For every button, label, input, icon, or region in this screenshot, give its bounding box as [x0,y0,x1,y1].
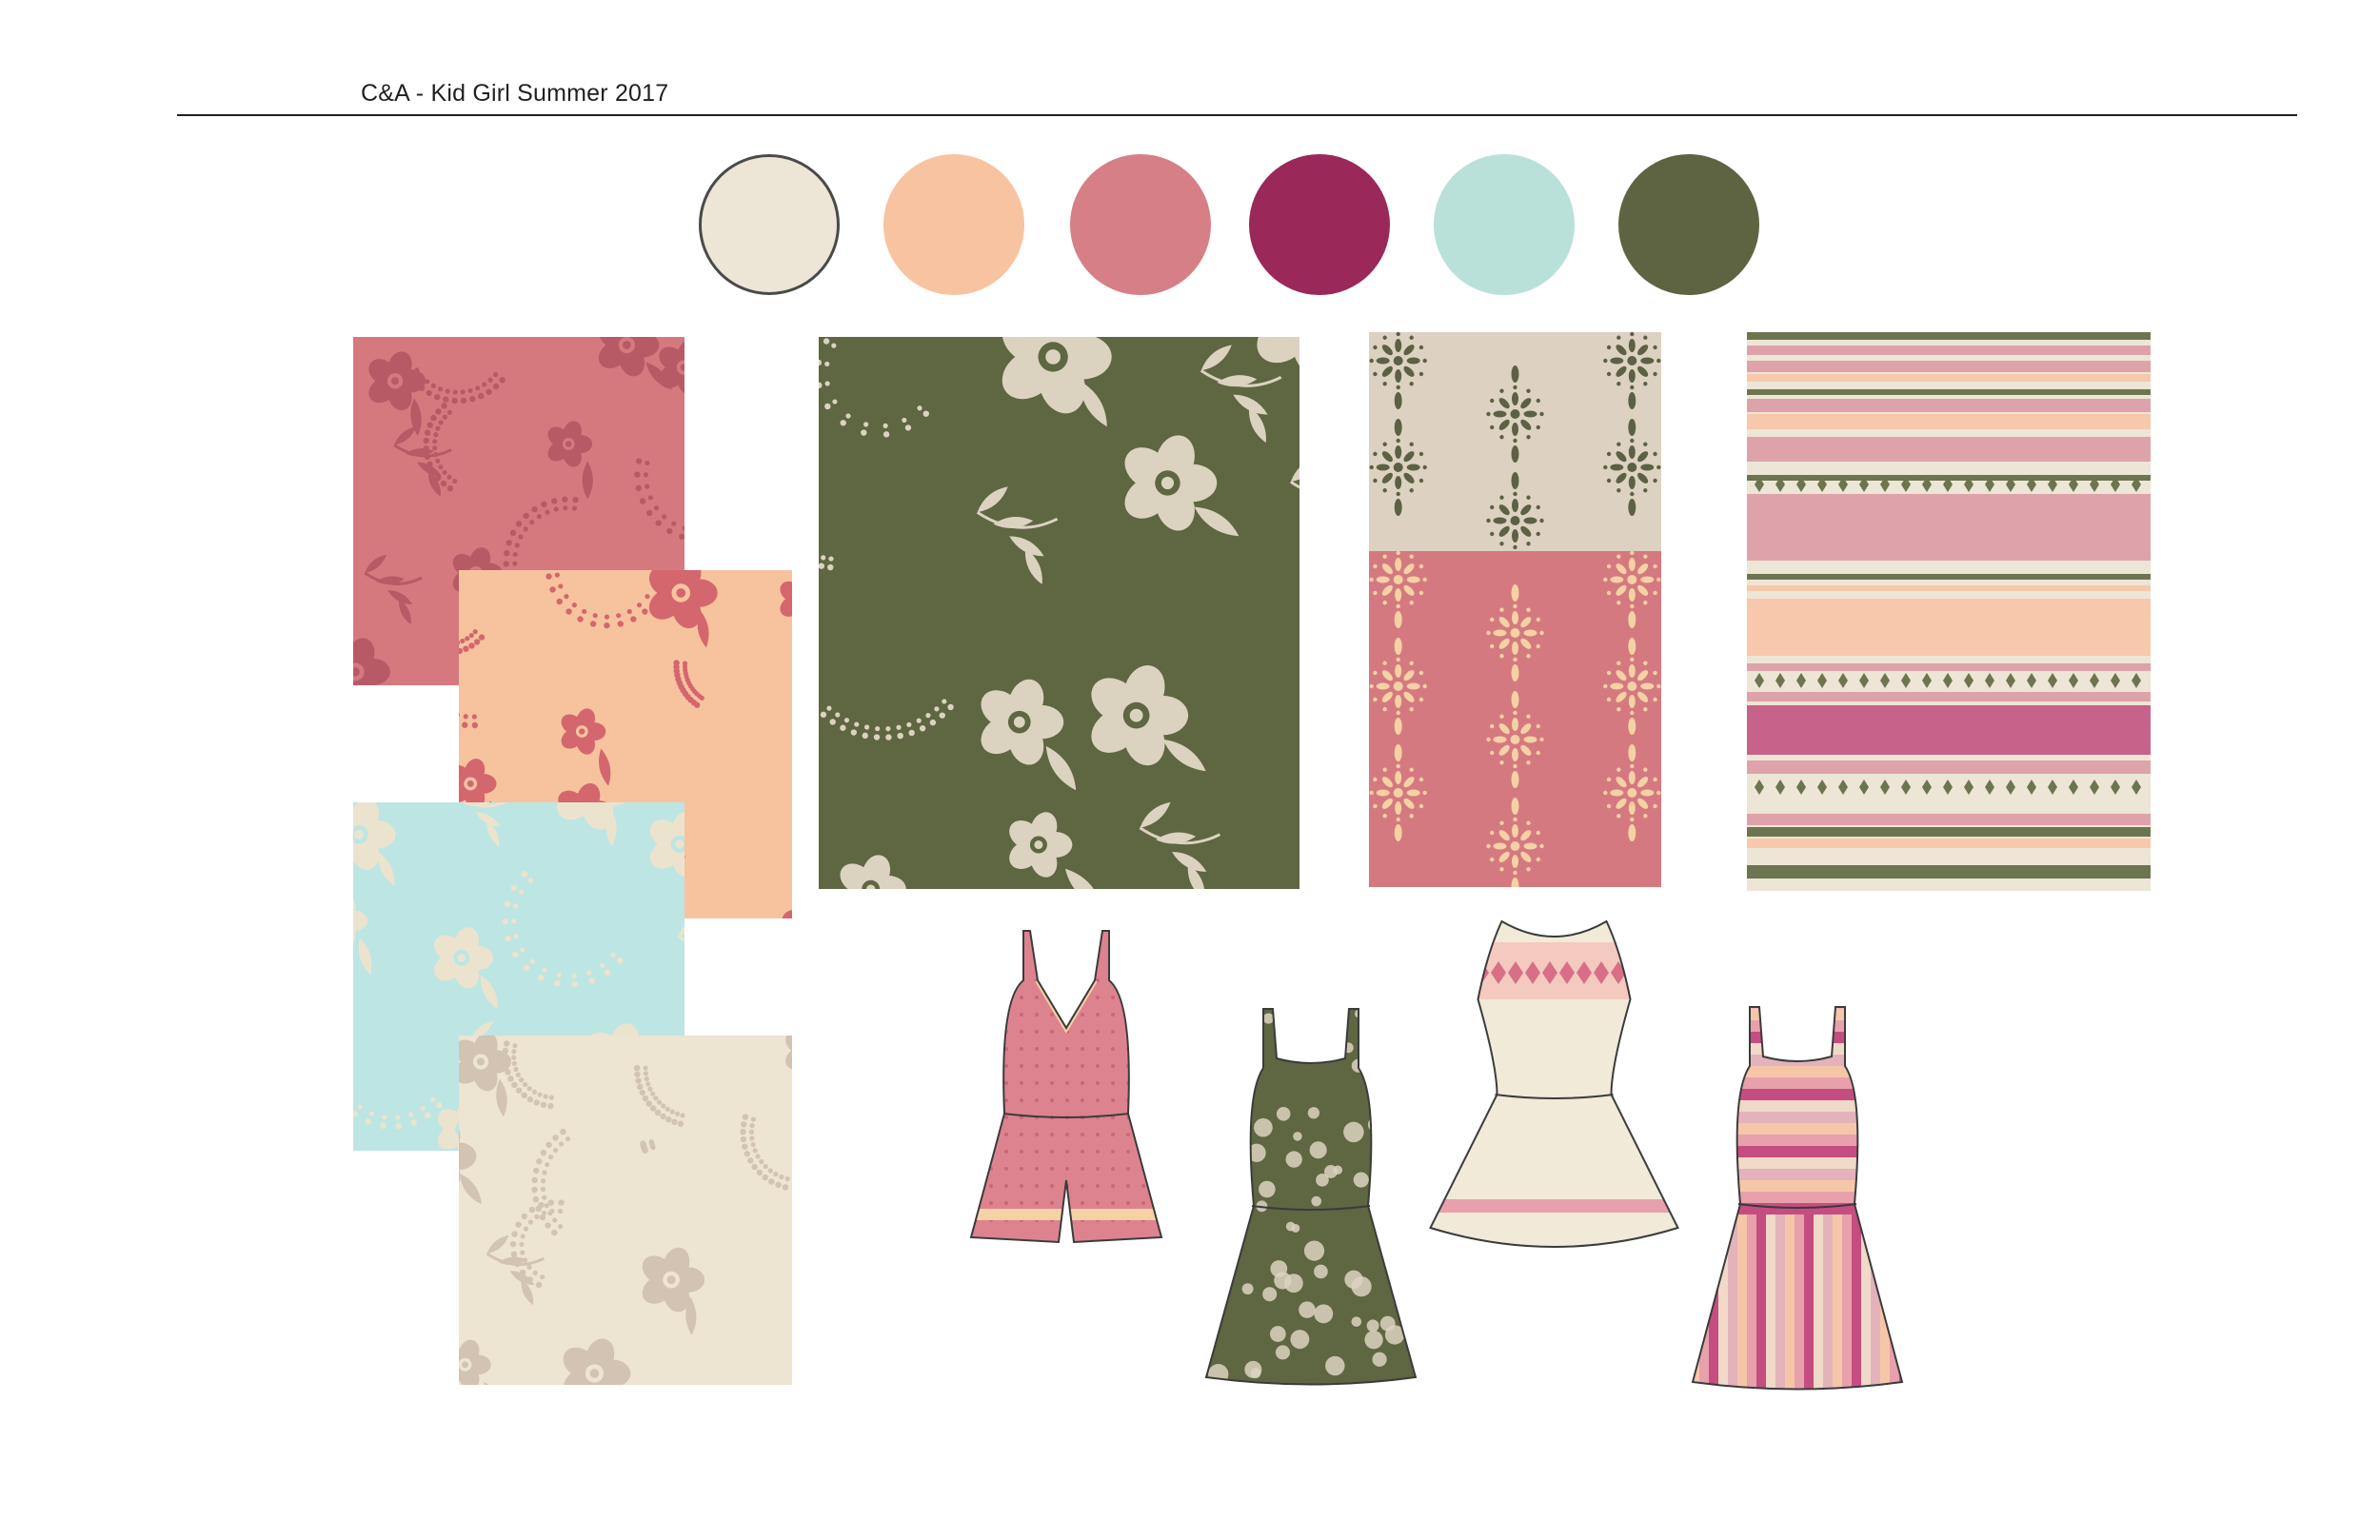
color-swatch-aqua [1434,154,1575,295]
color-swatch-olive [1618,154,1759,295]
color-swatch-peach [883,154,1024,295]
moodboard: C&A - Kid Girl Summer 2017 [0,0,2380,1540]
stripe-print [1747,332,2151,891]
board-title: C&A - Kid Girl Summer 2017 [361,80,669,107]
floral-print-cream [459,1036,792,1385]
header-divider [177,114,2297,116]
color-swatch-cream [699,154,840,295]
color-swatch-berry [1249,154,1390,295]
cream-dress-sketch [1428,914,1680,1256]
olive-dress-sketch [1201,1001,1420,1387]
romper-sketch [966,923,1166,1254]
color-swatch-rose [1070,154,1211,295]
stripe-dress-sketch [1690,999,1905,1392]
medallion-print-beige [1369,332,1661,551]
floral-print-olive [819,337,1299,889]
medallion-print-rose [1369,551,1661,887]
